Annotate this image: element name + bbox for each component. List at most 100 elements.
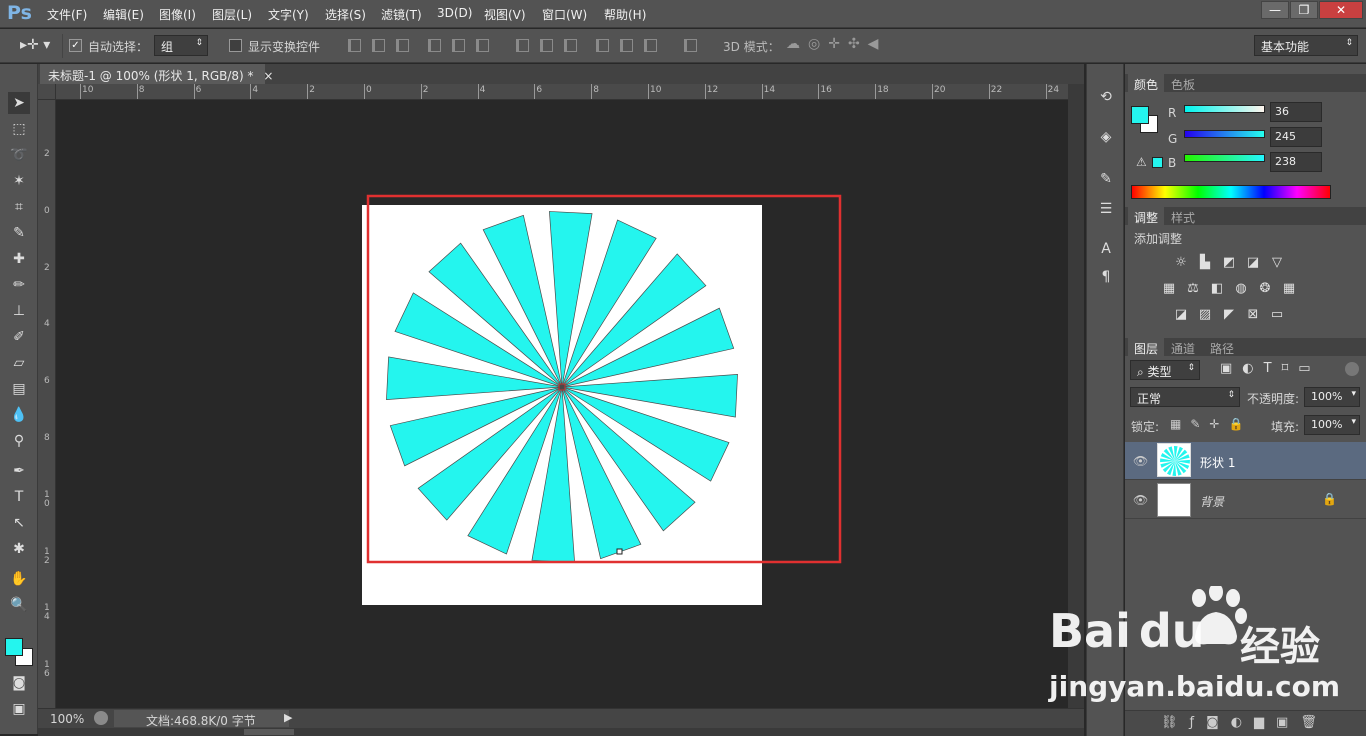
posterize-icon[interactable]: ▨	[1197, 307, 1213, 323]
history-brush-tool-icon[interactable]: ✐	[8, 326, 30, 348]
g-value[interactable]: 245	[1270, 127, 1322, 147]
magic-wand-tool-icon[interactable]: ✶	[8, 170, 30, 192]
align-vcenter-icon[interactable]	[372, 39, 385, 52]
filter-toggle-icon[interactable]	[1345, 362, 1359, 376]
tab-styles[interactable]: 样式	[1165, 207, 1201, 225]
foreground-color-swatch[interactable]	[5, 638, 23, 656]
clone-stamp-tool-icon[interactable]: ⊥	[8, 300, 30, 322]
r-slider[interactable]	[1184, 105, 1265, 113]
layer-row-shape[interactable]: 👁 形状 1	[1125, 442, 1366, 480]
brightness-icon[interactable]: ☼	[1173, 255, 1189, 271]
document-tab[interactable]: 未标题-1 @ 100% (形状 1, RGB/8) * ×	[40, 64, 273, 84]
b-slider[interactable]	[1184, 154, 1265, 162]
path-selection-tool-icon[interactable]: ↖	[8, 512, 30, 534]
gamut-warning-icon[interactable]: ⚠	[1136, 155, 1147, 169]
align-right-icon[interactable]	[476, 39, 489, 52]
gradient-map-icon[interactable]: ▭	[1269, 307, 1285, 323]
brush-presets-icon[interactable]: ☰	[1095, 198, 1117, 220]
horizontal-scrollbar[interactable]	[38, 728, 1084, 736]
layer-name-background[interactable]: 背景	[1200, 493, 1224, 510]
color-balance-icon[interactable]: ⚖	[1185, 281, 1201, 297]
auto-align-icon[interactable]	[684, 39, 697, 52]
type-tool-icon[interactable]: T	[8, 486, 30, 508]
hand-tool-icon[interactable]: ✋	[8, 568, 30, 590]
zoom-level[interactable]: 100%	[50, 712, 84, 726]
layer-row-background[interactable]: 👁 背景 🔒	[1125, 481, 1366, 519]
crop-tool-icon[interactable]: ⌗	[8, 196, 30, 218]
tab-layers[interactable]: 图层	[1128, 338, 1165, 356]
gamut-swatch[interactable]	[1152, 157, 1163, 168]
eyedropper-tool-icon[interactable]: ✎	[8, 222, 30, 244]
menu-edit[interactable]: 编辑(E)	[103, 6, 144, 23]
eraser-tool-icon[interactable]: ▱	[8, 352, 30, 374]
tab-swatches[interactable]: 色板	[1165, 74, 1201, 92]
zoom-tool-icon[interactable]: 🔍	[8, 594, 30, 616]
quick-mask-icon[interactable]: ◙	[8, 672, 30, 694]
custom-shape-tool-icon[interactable]: ✱	[8, 538, 30, 560]
history-panel-icon[interactable]: ⟲	[1095, 86, 1117, 108]
distribute-vcenter-icon[interactable]	[540, 39, 553, 52]
threshold-icon[interactable]: ◤	[1221, 307, 1237, 323]
auto-select-dropdown[interactable]: 组 ⇕	[154, 35, 208, 56]
align-left-icon[interactable]	[428, 39, 441, 52]
align-top-icon[interactable]	[348, 39, 361, 52]
menu-window[interactable]: 窗口(W)	[542, 6, 587, 23]
layer-filter-dropdown[interactable]: ⌕ 类型 ⇕	[1130, 360, 1200, 380]
visibility-eye-icon[interactable]: 👁	[1133, 454, 1148, 468]
color-spectrum-bar[interactable]	[1131, 185, 1331, 199]
color-lookup-icon[interactable]: ▦	[1281, 281, 1297, 297]
move-tool-preset-icon[interactable]: ▸✛ ▾	[20, 37, 50, 53]
tab-paths[interactable]: 路径	[1204, 338, 1240, 356]
menu-3d[interactable]: 3D(D)	[437, 6, 472, 20]
lasso-tool-icon[interactable]: ➰	[8, 144, 30, 166]
menu-image[interactable]: 图像(I)	[159, 6, 196, 23]
tab-adjustments[interactable]: 调整	[1128, 207, 1165, 225]
selective-color-icon[interactable]: ⊠	[1245, 307, 1261, 323]
fill-field[interactable]: 100% ▾	[1304, 415, 1360, 435]
vibrance-icon[interactable]: ▽	[1269, 255, 1285, 271]
pen-tool-icon[interactable]: ✒	[8, 460, 30, 482]
distribute-bottom-icon[interactable]	[564, 39, 577, 52]
levels-icon[interactable]: ▙	[1197, 255, 1213, 271]
channel-mixer-icon[interactable]: ❂	[1257, 281, 1273, 297]
menu-help[interactable]: 帮助(H)	[604, 6, 646, 23]
menu-type[interactable]: 文字(Y)	[268, 6, 309, 23]
minimize-button[interactable]: —	[1261, 1, 1289, 19]
layers-bottom-icons[interactable]: ⛓ƒ◙◐▆▣🗑	[1161, 715, 1329, 730]
hue-saturation-icon[interactable]: ▦	[1161, 281, 1177, 297]
layer-filter-icons[interactable]: ▣◐T⌑▭	[1220, 361, 1321, 376]
distribute-top-icon[interactable]	[516, 39, 529, 52]
3d-mode-icons[interactable]: ☁◎✛✣◀	[786, 36, 886, 52]
blend-mode-dropdown[interactable]: 正常 ⇕	[1130, 387, 1240, 407]
distribute-right-icon[interactable]	[644, 39, 657, 52]
align-hcenter-icon[interactable]	[452, 39, 465, 52]
menu-layer[interactable]: 图层(L)	[212, 6, 252, 23]
canvas-area[interactable]	[56, 101, 1068, 708]
brush-tool-icon[interactable]: ✏	[8, 274, 30, 296]
tab-color[interactable]: 颜色	[1128, 74, 1165, 92]
distribute-left-icon[interactable]	[596, 39, 609, 52]
align-bottom-icon[interactable]	[396, 39, 409, 52]
opacity-field[interactable]: 100% ▾	[1304, 387, 1360, 407]
paragraph-panel-icon[interactable]: ¶	[1095, 266, 1117, 288]
visibility-eye-icon[interactable]: 👁	[1133, 493, 1148, 507]
r-value[interactable]: 36	[1270, 102, 1322, 122]
status-options-icon[interactable]	[94, 711, 108, 725]
menu-filter[interactable]: 滤镜(T)	[381, 6, 422, 23]
move-tool-icon[interactable]: ➤	[8, 92, 30, 114]
dodge-tool-icon[interactable]: ⚲	[8, 430, 30, 452]
g-slider[interactable]	[1184, 130, 1265, 138]
character-panel-icon[interactable]: A	[1095, 238, 1117, 260]
marquee-tool-icon[interactable]: ⬚	[8, 118, 30, 140]
distribute-hcenter-icon[interactable]	[620, 39, 633, 52]
healing-brush-tool-icon[interactable]: ✚	[8, 248, 30, 270]
lock-icons[interactable]: ▦✎✛🔒	[1170, 417, 1252, 431]
restore-button[interactable]: ❐	[1290, 1, 1318, 19]
show-transform-checkbox[interactable]	[229, 39, 242, 52]
menu-file[interactable]: 文件(F)	[47, 6, 87, 23]
status-menu-arrow-icon[interactable]: ▶	[284, 711, 292, 724]
photo-filter-icon[interactable]: ◍	[1233, 281, 1249, 297]
close-button[interactable]: ✕	[1319, 1, 1363, 19]
menu-view[interactable]: 视图(V)	[484, 6, 526, 23]
layer-name-shape[interactable]: 形状 1	[1200, 454, 1235, 471]
